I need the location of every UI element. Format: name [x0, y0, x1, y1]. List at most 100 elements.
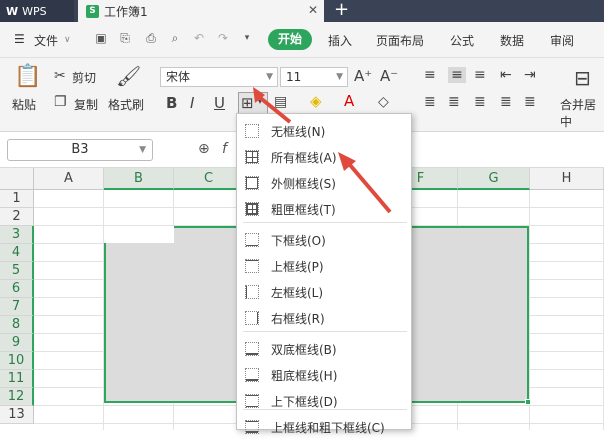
column-gridline — [529, 190, 530, 430]
menu-item-top-thick-bottom-border[interactable]: 上框线和粗下框线(C) — [237, 414, 413, 440]
row-header-7[interactable]: 7 — [0, 298, 34, 316]
menu-item-left-border[interactable]: 左框线(L) — [237, 279, 413, 305]
scissors-icon[interactable]: ✂ — [54, 68, 66, 84]
no-border-icon — [245, 124, 259, 138]
eraser-icon[interactable]: ◇ — [378, 94, 389, 110]
quick-access-dropdown-icon[interactable]: ▾ — [240, 31, 254, 45]
column-header-a[interactable]: A — [34, 168, 104, 190]
row-header-3[interactable]: 3 — [0, 226, 34, 244]
chevron-down-icon[interactable]: ∨ — [64, 35, 71, 45]
font-name-select[interactable]: 宋体 ▼ — [160, 67, 278, 87]
hamburger-icon[interactable]: ☰ — [14, 32, 25, 46]
print-icon[interactable]: ⎙ — [144, 31, 158, 45]
menu-item-thick-box-border[interactable]: 粗匣框线(T) — [237, 196, 413, 222]
font-size-select[interactable]: 11 ▼ — [280, 67, 348, 87]
fill-color-icon[interactable]: ◈ — [310, 92, 322, 110]
format-painter-button[interactable]: 格式刷 — [108, 96, 144, 113]
tab-home[interactable]: 开始 — [268, 29, 312, 50]
zoom-icon[interactable]: ⊕ — [198, 141, 210, 157]
copy-button[interactable]: 复制 — [74, 96, 98, 113]
wps-tab-label: WPS — [22, 4, 47, 18]
top-thick-bottom-border-icon — [245, 420, 259, 434]
column-header-g[interactable]: G — [458, 168, 530, 190]
copy-icon[interactable]: ❐ — [54, 94, 67, 110]
italic-icon[interactable]: I — [190, 94, 194, 112]
fx-icon[interactable]: f — [222, 141, 227, 157]
menu-item-top-border[interactable]: 上框线(P) — [237, 253, 413, 279]
menu-item-all-borders[interactable]: 所有框线(A) — [237, 144, 413, 170]
fill-handle[interactable] — [525, 399, 531, 405]
row-header-1[interactable]: 1 — [0, 190, 34, 208]
border-dropdown-menu: 无框线(N) 所有框线(A) 外侧框线(S) 粗匣框线(T) 下框线(O) 上框线(P) 左… — [236, 113, 413, 435]
row-header-2[interactable]: 2 — [0, 208, 34, 226]
border-button[interactable]: ⊞ ▾ — [238, 92, 268, 114]
menu-item-no-border[interactable]: 无框线(N) — [237, 118, 413, 144]
column-header-c[interactable]: C — [174, 168, 244, 190]
paste-icon[interactable]: 📋 — [14, 64, 41, 90]
column-header-h[interactable]: H — [530, 168, 604, 190]
redo-icon[interactable]: ↷ — [216, 31, 230, 45]
close-icon[interactable]: ✕ — [308, 3, 318, 17]
menu-item-top-bottom-border[interactable]: 上下框线(D) — [237, 388, 413, 414]
indent-decrease-icon[interactable]: ⇤ — [500, 67, 512, 83]
distributed-icon[interactable]: ≣ — [524, 94, 536, 110]
wps-tab[interactable]: W WPS — [0, 0, 74, 22]
align-left-icon[interactable]: ≣ — [424, 94, 436, 110]
row-header-6[interactable]: 6 — [0, 280, 34, 298]
cell-style-icon[interactable]: ▤ — [274, 94, 287, 110]
indent-increase-icon[interactable]: ⇥ — [524, 67, 536, 83]
merge-cells-icon[interactable]: ⊟ — [574, 66, 591, 90]
row-header-12[interactable]: 12 — [0, 388, 34, 406]
merge-center-button[interactable]: 合并居中 — [560, 96, 604, 130]
cut-button[interactable]: 剪切 — [72, 69, 96, 86]
row-header-4[interactable]: 4 — [0, 244, 34, 262]
menu-item-right-border[interactable]: 右框线(R) — [237, 305, 413, 331]
row-header-8[interactable]: 8 — [0, 316, 34, 334]
menu-item-thick-bottom-border[interactable]: 粗底框线(H) — [237, 362, 413, 388]
increase-font-icon[interactable]: A⁺ — [354, 67, 372, 85]
column-header-b[interactable]: B — [104, 168, 174, 190]
row-header-9[interactable]: 9 — [0, 334, 34, 352]
font-color-icon[interactable]: A — [344, 92, 354, 110]
right-border-icon — [245, 311, 259, 325]
menu-item-double-bottom-border[interactable]: 双底框线(B) — [237, 336, 413, 362]
brush-icon[interactable]: 🖌 — [116, 64, 141, 88]
select-all-corner[interactable] — [0, 168, 34, 190]
row-header-13[interactable]: 13 — [0, 406, 34, 424]
preview-icon[interactable]: ⌕ — [168, 31, 182, 45]
file-menu[interactable]: 文件 — [34, 32, 58, 49]
export-icon[interactable]: ⎘ — [118, 31, 132, 45]
row-header-5[interactable]: 5 — [0, 262, 34, 280]
align-bottom-icon[interactable]: ≡ — [474, 67, 486, 83]
tab-insert[interactable]: 插入 — [328, 32, 352, 49]
bold-icon[interactable]: B — [166, 94, 177, 112]
menu-item-label: 上框线和粗下框线(C) — [271, 420, 385, 435]
menu-item-label: 粗匣框线(T) — [271, 202, 336, 217]
decrease-font-icon[interactable]: A⁻ — [380, 67, 398, 85]
align-top-icon[interactable]: ≡ — [424, 67, 436, 83]
thick-box-border-icon — [245, 202, 259, 216]
tab-formulas[interactable]: 公式 — [450, 32, 474, 49]
row-header-11[interactable]: 11 — [0, 370, 34, 388]
align-center-icon[interactable]: ≣ — [448, 94, 460, 110]
justify-icon[interactable]: ≣ — [500, 94, 512, 110]
top-border-icon — [245, 259, 259, 273]
tab-review[interactable]: 审阅 — [550, 32, 574, 49]
undo-icon[interactable]: ↶ — [192, 31, 206, 45]
spreadsheet-icon: S — [86, 4, 99, 18]
row-header-10[interactable]: 10 — [0, 352, 34, 370]
tab-page-layout[interactable]: 页面布局 — [376, 32, 424, 49]
new-tab-button[interactable]: + — [334, 0, 349, 20]
align-middle-icon[interactable]: ≡ — [448, 67, 466, 83]
paste-button[interactable]: 粘贴 — [12, 96, 36, 113]
align-right-icon[interactable]: ≣ — [474, 94, 486, 110]
chevron-down-icon: ▼ — [336, 72, 343, 82]
document-tab[interactable]: S 工作簿1 ✕ — [78, 0, 324, 22]
menu-item-bottom-border[interactable]: 下框线(O) — [237, 227, 413, 253]
menu-item-outside-borders[interactable]: 外侧框线(S) — [237, 170, 413, 196]
underline-icon[interactable]: U — [214, 94, 225, 112]
active-cell[interactable] — [104, 226, 174, 243]
tab-data[interactable]: 数据 — [500, 32, 524, 49]
name-box[interactable]: B3 ▼ — [7, 139, 153, 161]
save-icon[interactable]: ▣ — [94, 31, 108, 45]
